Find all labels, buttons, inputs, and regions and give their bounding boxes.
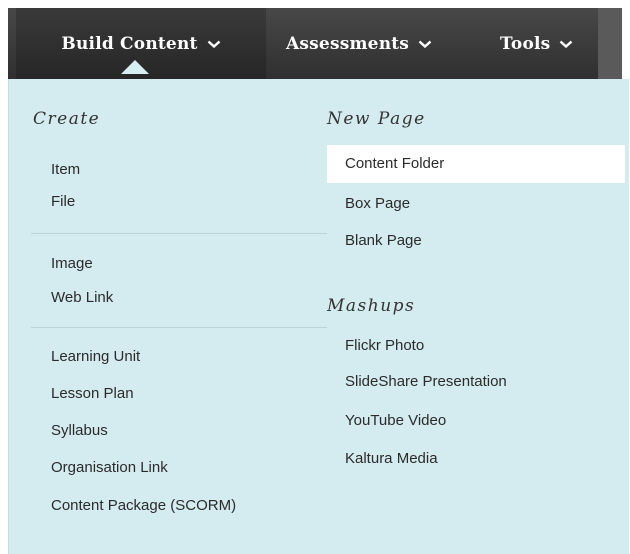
- toolbar-edge: [598, 8, 622, 79]
- menu-item-youtube-video[interactable]: YouTube Video: [345, 412, 446, 429]
- menu-item-learning-unit[interactable]: Learning Unit: [51, 348, 140, 365]
- section-heading-mashups: Mashups: [327, 296, 416, 316]
- menu-item-image[interactable]: Image: [51, 255, 93, 272]
- menu-item-box-page[interactable]: Box Page: [345, 195, 410, 212]
- active-tab-pointer: [121, 60, 149, 74]
- menu-item-kaltura-media[interactable]: Kaltura Media: [345, 450, 438, 467]
- tab-tools[interactable]: Tools: [500, 8, 573, 79]
- content-toolbar: Build Content Assessments Tools: [8, 8, 622, 79]
- tab-assessments[interactable]: Assessments: [286, 8, 432, 79]
- course-menu-frame: Build Content Assessments Tools Create I…: [0, 0, 630, 554]
- tab-tools-label: Tools: [500, 33, 551, 54]
- separator: [31, 327, 327, 328]
- section-heading-create: Create: [33, 109, 101, 129]
- menu-item-content-package[interactable]: Content Package (SCORM): [51, 497, 236, 514]
- menu-item-syllabus[interactable]: Syllabus: [51, 422, 108, 439]
- tab-build-content-label: Build Content: [61, 33, 198, 54]
- chevron-down-icon: [559, 39, 573, 49]
- tab-assessments-label: Assessments: [286, 33, 410, 54]
- separator: [31, 233, 327, 234]
- section-heading-new-page: New Page: [327, 109, 426, 129]
- chevron-down-icon: [418, 39, 432, 49]
- build-content-dropdown: Create Item File Image Web Link Learning…: [8, 79, 629, 554]
- menu-item-web-link[interactable]: Web Link: [51, 289, 113, 306]
- menu-item-content-folder[interactable]: Content Folder: [345, 155, 444, 172]
- menu-item-item[interactable]: Item: [51, 161, 80, 178]
- menu-item-lesson-plan[interactable]: Lesson Plan: [51, 385, 134, 402]
- menu-item-organisation-link[interactable]: Organisation Link: [51, 459, 168, 476]
- menu-item-flickr-photo[interactable]: Flickr Photo: [345, 337, 424, 354]
- chevron-down-icon: [207, 39, 221, 49]
- menu-item-blank-page[interactable]: Blank Page: [345, 232, 422, 249]
- menu-item-slideshare[interactable]: SlideShare Presentation: [345, 373, 507, 390]
- menu-item-file[interactable]: File: [51, 193, 75, 210]
